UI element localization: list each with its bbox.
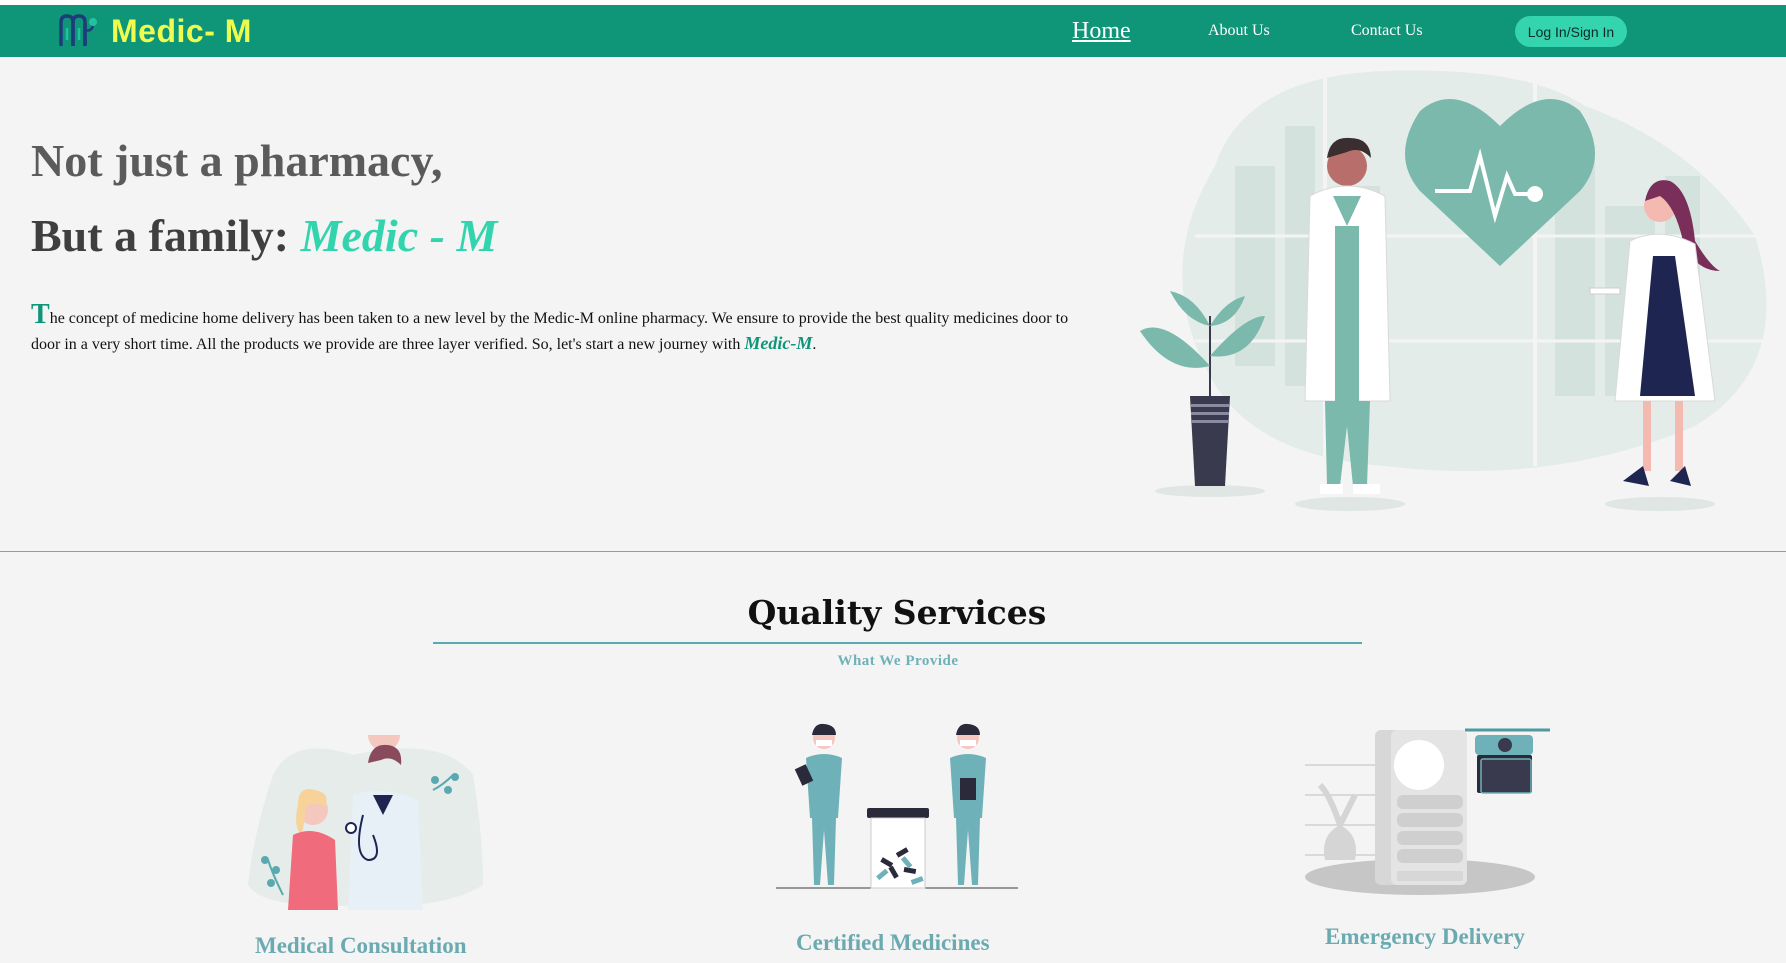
hero-title-line2: But a family: Medic - M bbox=[31, 209, 497, 262]
description-dropcap: T bbox=[31, 299, 50, 330]
medic-logo-icon bbox=[59, 14, 97, 46]
section-divider bbox=[0, 551, 1786, 552]
service-card-consultation[interactable] bbox=[243, 719, 488, 913]
doctor-patient-illustration-icon bbox=[248, 719, 483, 910]
service-label-consultation: Medical Consultation bbox=[255, 933, 467, 958]
description-body: he concept of medicine home delivery has… bbox=[31, 310, 1069, 353]
navbar: Medic- M Home About Us Contact Us Log In… bbox=[0, 5, 1786, 57]
nav-contact-link[interactable]: Contact Us bbox=[1351, 22, 1423, 40]
nav-about-link[interactable]: About Us bbox=[1208, 22, 1270, 40]
service-label-delivery: Emergency Delivery bbox=[1325, 924, 1525, 949]
services-heading: Quality Services bbox=[747, 593, 1047, 632]
service-label-medicines: Certified Medicines bbox=[796, 930, 990, 955]
hero-title-line1: Not just a pharmacy, bbox=[31, 135, 443, 186]
description-brand: Medic-M bbox=[744, 333, 813, 353]
hero-description: The concept of medicine home delivery ha… bbox=[31, 299, 1091, 357]
brand-name: Medic- M bbox=[111, 12, 252, 49]
hero-title-prefix: But a family: bbox=[31, 210, 301, 261]
services-subheading: What We Provide bbox=[837, 653, 959, 669]
service-card-delivery[interactable] bbox=[1305, 725, 1551, 900]
description-end: . bbox=[812, 336, 817, 353]
brand[interactable]: Medic- M bbox=[57, 12, 252, 50]
hero-title-brand: Medic - M bbox=[300, 210, 498, 261]
nav-home-link[interactable]: Home bbox=[1072, 18, 1131, 45]
login-signin-button[interactable]: Log In/Sign In bbox=[1515, 16, 1627, 47]
service-card-medicines[interactable] bbox=[776, 720, 1018, 890]
doctors-illustration bbox=[1140, 66, 1767, 511]
drone-delivery-illustration-icon bbox=[1305, 728, 1551, 895]
pharmacists-illustration-icon bbox=[776, 723, 1018, 889]
services-heading-underline bbox=[433, 642, 1362, 644]
